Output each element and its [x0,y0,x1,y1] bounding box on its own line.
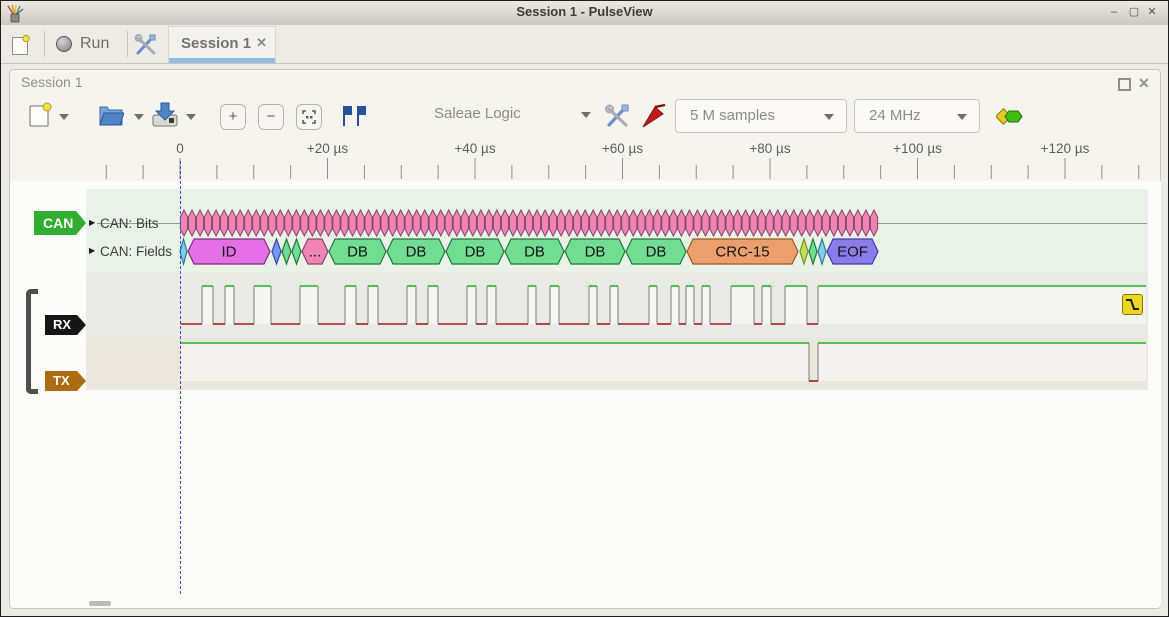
probe-icon[interactable] [641,103,667,129]
dock-header-title: Session 1 [21,74,82,90]
expand-arrow-icon[interactable]: ▶ [89,218,95,227]
samples-dropdown-arrow-icon [824,114,834,120]
run-led-icon [56,36,72,52]
rate-dropdown-arrow-icon [957,114,967,120]
falling-edge-icon [1123,295,1142,314]
add-decoder-icon[interactable] [996,108,1024,126]
open-file-icon[interactable] [98,101,124,127]
dock-close-icon[interactable]: ✕ [1138,75,1150,92]
channels-config-icon[interactable] [604,103,630,129]
device-select[interactable]: Saleae Logic [434,105,521,122]
new-session-icon[interactable] [11,34,31,56]
toolbar-separator [127,31,128,57]
tab-session-1[interactable]: Session 1 ✕ [168,26,276,63]
tab-close-icon[interactable]: ✕ [256,35,267,51]
horizontal-scrollbar-thumb[interactable] [89,601,111,606]
sample-count-value: 5 M samples [690,107,775,124]
minimize-button[interactable]: – [1106,4,1122,20]
new-session-icon[interactable] [28,101,52,127]
zoom-in-button[interactable]: + [220,104,246,130]
close-button[interactable]: ✕ [1144,4,1160,20]
sample-count-select[interactable]: 5 M samples [675,99,847,133]
channel-group-bracket[interactable] [26,289,38,394]
new-dropdown-arrow-icon[interactable] [59,114,69,120]
save-dropdown-arrow-icon[interactable] [186,114,196,120]
sample-rate-select[interactable]: 24 MHz [854,99,980,133]
run-label: Run [80,35,109,53]
decoder-tag-can[interactable]: CAN [34,211,86,235]
titlebar: Session 1 - PulseView – ▢ ✕ [1,1,1168,26]
save-icon[interactable] [151,101,179,127]
decoder-row-label-bits[interactable]: CAN: Bits [100,216,159,231]
tx-band [86,338,1148,390]
rx-band [86,273,1148,338]
trigger-marker[interactable] [1122,294,1143,315]
zoom-fit-icon [301,109,317,125]
run-button[interactable]: Run [56,31,109,57]
main-toolbar: Run Session 1 ✕ [1,25,1168,64]
decoder-row-label-fields[interactable]: CAN: Fields [100,244,172,259]
window-title: Session 1 - PulseView [1,4,1168,19]
dock-float-icon[interactable] [1118,78,1131,91]
settings-tools-icon[interactable] [134,33,158,57]
tab-label: Session 1 [181,35,251,52]
open-dropdown-arrow-icon[interactable] [134,114,144,120]
expand-arrow-icon[interactable]: ▶ [89,246,95,255]
time-cursor[interactable] [180,161,181,594]
zoom-out-button[interactable]: − [258,104,284,130]
trigger-pins-icon[interactable] [341,104,367,128]
tab-active-indicator [169,58,275,63]
decoder-band [86,189,1148,273]
toolbar-separator [44,31,45,57]
app-window: Session 1 - PulseView – ▢ ✕ Run Session … [0,0,1169,617]
zoom-fit-button[interactable] [296,104,322,130]
maximize-button[interactable]: ▢ [1126,4,1142,20]
device-dropdown-arrow-icon [581,112,591,118]
sample-rate-value: 24 MHz [869,107,921,124]
device-name: Saleae Logic [434,105,521,122]
